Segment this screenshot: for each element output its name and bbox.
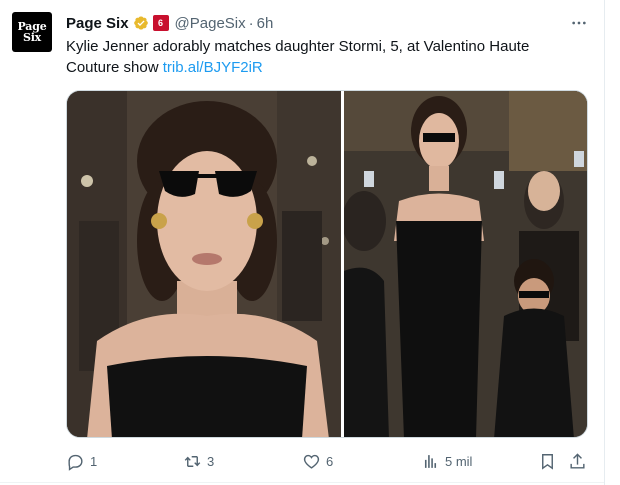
tweet-text: Kylie Jenner adorably matches daughter S… xyxy=(66,36,586,78)
share-icon xyxy=(570,452,585,469)
tweet-card[interactable]: Page Six Page Six 6 @PageSix · 6h Kylie … xyxy=(0,0,620,485)
photo-kylie-closeup-illustration xyxy=(67,91,341,437)
views-count: 5 mil xyxy=(445,453,473,469)
verified-badge-icon[interactable] xyxy=(133,15,149,31)
tweet-bottom-divider xyxy=(0,482,604,483)
photo-kylie-stormi-full-illustration xyxy=(344,91,587,437)
avatar-text-line2: Six xyxy=(22,31,42,44)
photo-kylie-stormi-full[interactable] xyxy=(344,91,587,437)
like-button[interactable]: 6 xyxy=(302,450,333,472)
tweet-link[interactable]: trib.al/BJYF2iR xyxy=(163,59,263,76)
photo-kylie-closeup[interactable] xyxy=(67,91,341,437)
reply-icon xyxy=(68,454,83,471)
separator-dot: · xyxy=(248,14,254,32)
media-grid xyxy=(66,90,588,438)
reply-button[interactable]: 1 xyxy=(66,450,97,472)
reply-count: 1 xyxy=(90,453,98,469)
bookmark-icon xyxy=(542,453,553,470)
more-dots-icon[interactable] xyxy=(570,14,588,32)
timestamp[interactable]: 6h xyxy=(257,15,274,32)
affiliate-badge[interactable]: 6 xyxy=(152,15,169,31)
action-bar: 1 3 6 5 mil xyxy=(66,450,590,472)
bookmark-button[interactable] xyxy=(538,450,557,472)
share-button[interactable] xyxy=(568,450,587,472)
tweet-body: Kylie Jenner adorably matches daughter S… xyxy=(66,38,530,76)
handle[interactable]: @PageSix xyxy=(175,15,246,32)
repost-button[interactable]: 3 xyxy=(183,450,214,472)
views-bar-icon xyxy=(424,454,437,468)
like-count: 6 xyxy=(326,453,334,469)
repost-icon xyxy=(184,455,201,467)
display-name[interactable]: Page Six xyxy=(66,15,129,32)
views-button[interactable]: 5 mil xyxy=(421,450,472,472)
repost-count: 3 xyxy=(207,453,215,469)
tweet-header: Page Six 6 @PageSix · 6h xyxy=(66,13,273,33)
heart-icon xyxy=(303,454,320,469)
avatar[interactable]: Page Six xyxy=(12,12,52,52)
timeline-divider xyxy=(604,0,605,485)
